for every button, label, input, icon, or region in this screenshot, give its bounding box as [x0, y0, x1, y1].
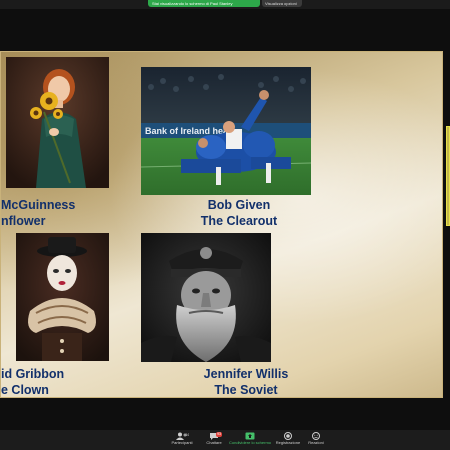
chat-label: Chattare: [206, 440, 222, 445]
photo-clown: [16, 233, 109, 361]
share-screen-icon: [245, 432, 255, 440]
caption-author: McGuinness: [1, 198, 76, 212]
meeting-toolbar: 161 Partecipanti 93 Chattare Condividere…: [0, 430, 450, 450]
caption-author: Bob Given: [207, 198, 271, 212]
share-screen-label: Condividere lo schermo: [228, 440, 272, 445]
caption-author: id Gribbon: [1, 367, 65, 381]
participant-video-thumbnail[interactable]: [446, 126, 450, 226]
participants-label: Partecipanti: [171, 440, 193, 445]
photo-rugby-clearout: Bank of Ireland heal: [141, 67, 311, 195]
caption-entry-2: Bob Given The Clearout: [179, 197, 299, 229]
chat-unread-badge: 93: [216, 432, 222, 437]
caption-title: The Clearout: [200, 214, 278, 228]
photo-bearded-soviet: [141, 233, 271, 362]
view-options-button[interactable]: Visualizza opzioni: [262, 0, 302, 7]
presentation-slide: Bank of Ireland heal McGuinness nflower …: [0, 51, 443, 398]
caption-author: Jennifer Willis: [203, 367, 289, 381]
chat-button[interactable]: 93 Chattare: [198, 432, 230, 449]
share-screen-button[interactable]: Condividere lo schermo: [228, 432, 272, 449]
record-icon: [284, 432, 292, 440]
caption-title: The Soviet: [214, 383, 278, 397]
caption-entry-3: id Gribbon e Clown: [1, 366, 71, 398]
reactions-icon: [312, 432, 320, 440]
top-bar: Stai visualizzando lo schermo di Paul St…: [0, 0, 450, 9]
caption-entry-4: Jennifer Willis The Soviet: [186, 366, 306, 398]
participants-icon: 161: [176, 432, 190, 440]
caption-entry-1: McGuinness nflower: [1, 197, 76, 229]
screen-share-banner[interactable]: Stai visualizzando lo schermo di Paul St…: [148, 0, 260, 7]
reactions-button[interactable]: Reazioni: [300, 432, 332, 449]
participants-count: 161: [186, 433, 190, 437]
participants-button[interactable]: 161 Partecipanti: [166, 432, 198, 449]
caption-title: e Clown: [1, 383, 49, 397]
reactions-label: Reazioni: [308, 440, 324, 445]
caption-title: nflower: [1, 214, 46, 228]
photo-sunflower-girl: [6, 57, 109, 188]
shared-screen-area: Bank of Ireland heal McGuinness nflower …: [0, 9, 450, 430]
